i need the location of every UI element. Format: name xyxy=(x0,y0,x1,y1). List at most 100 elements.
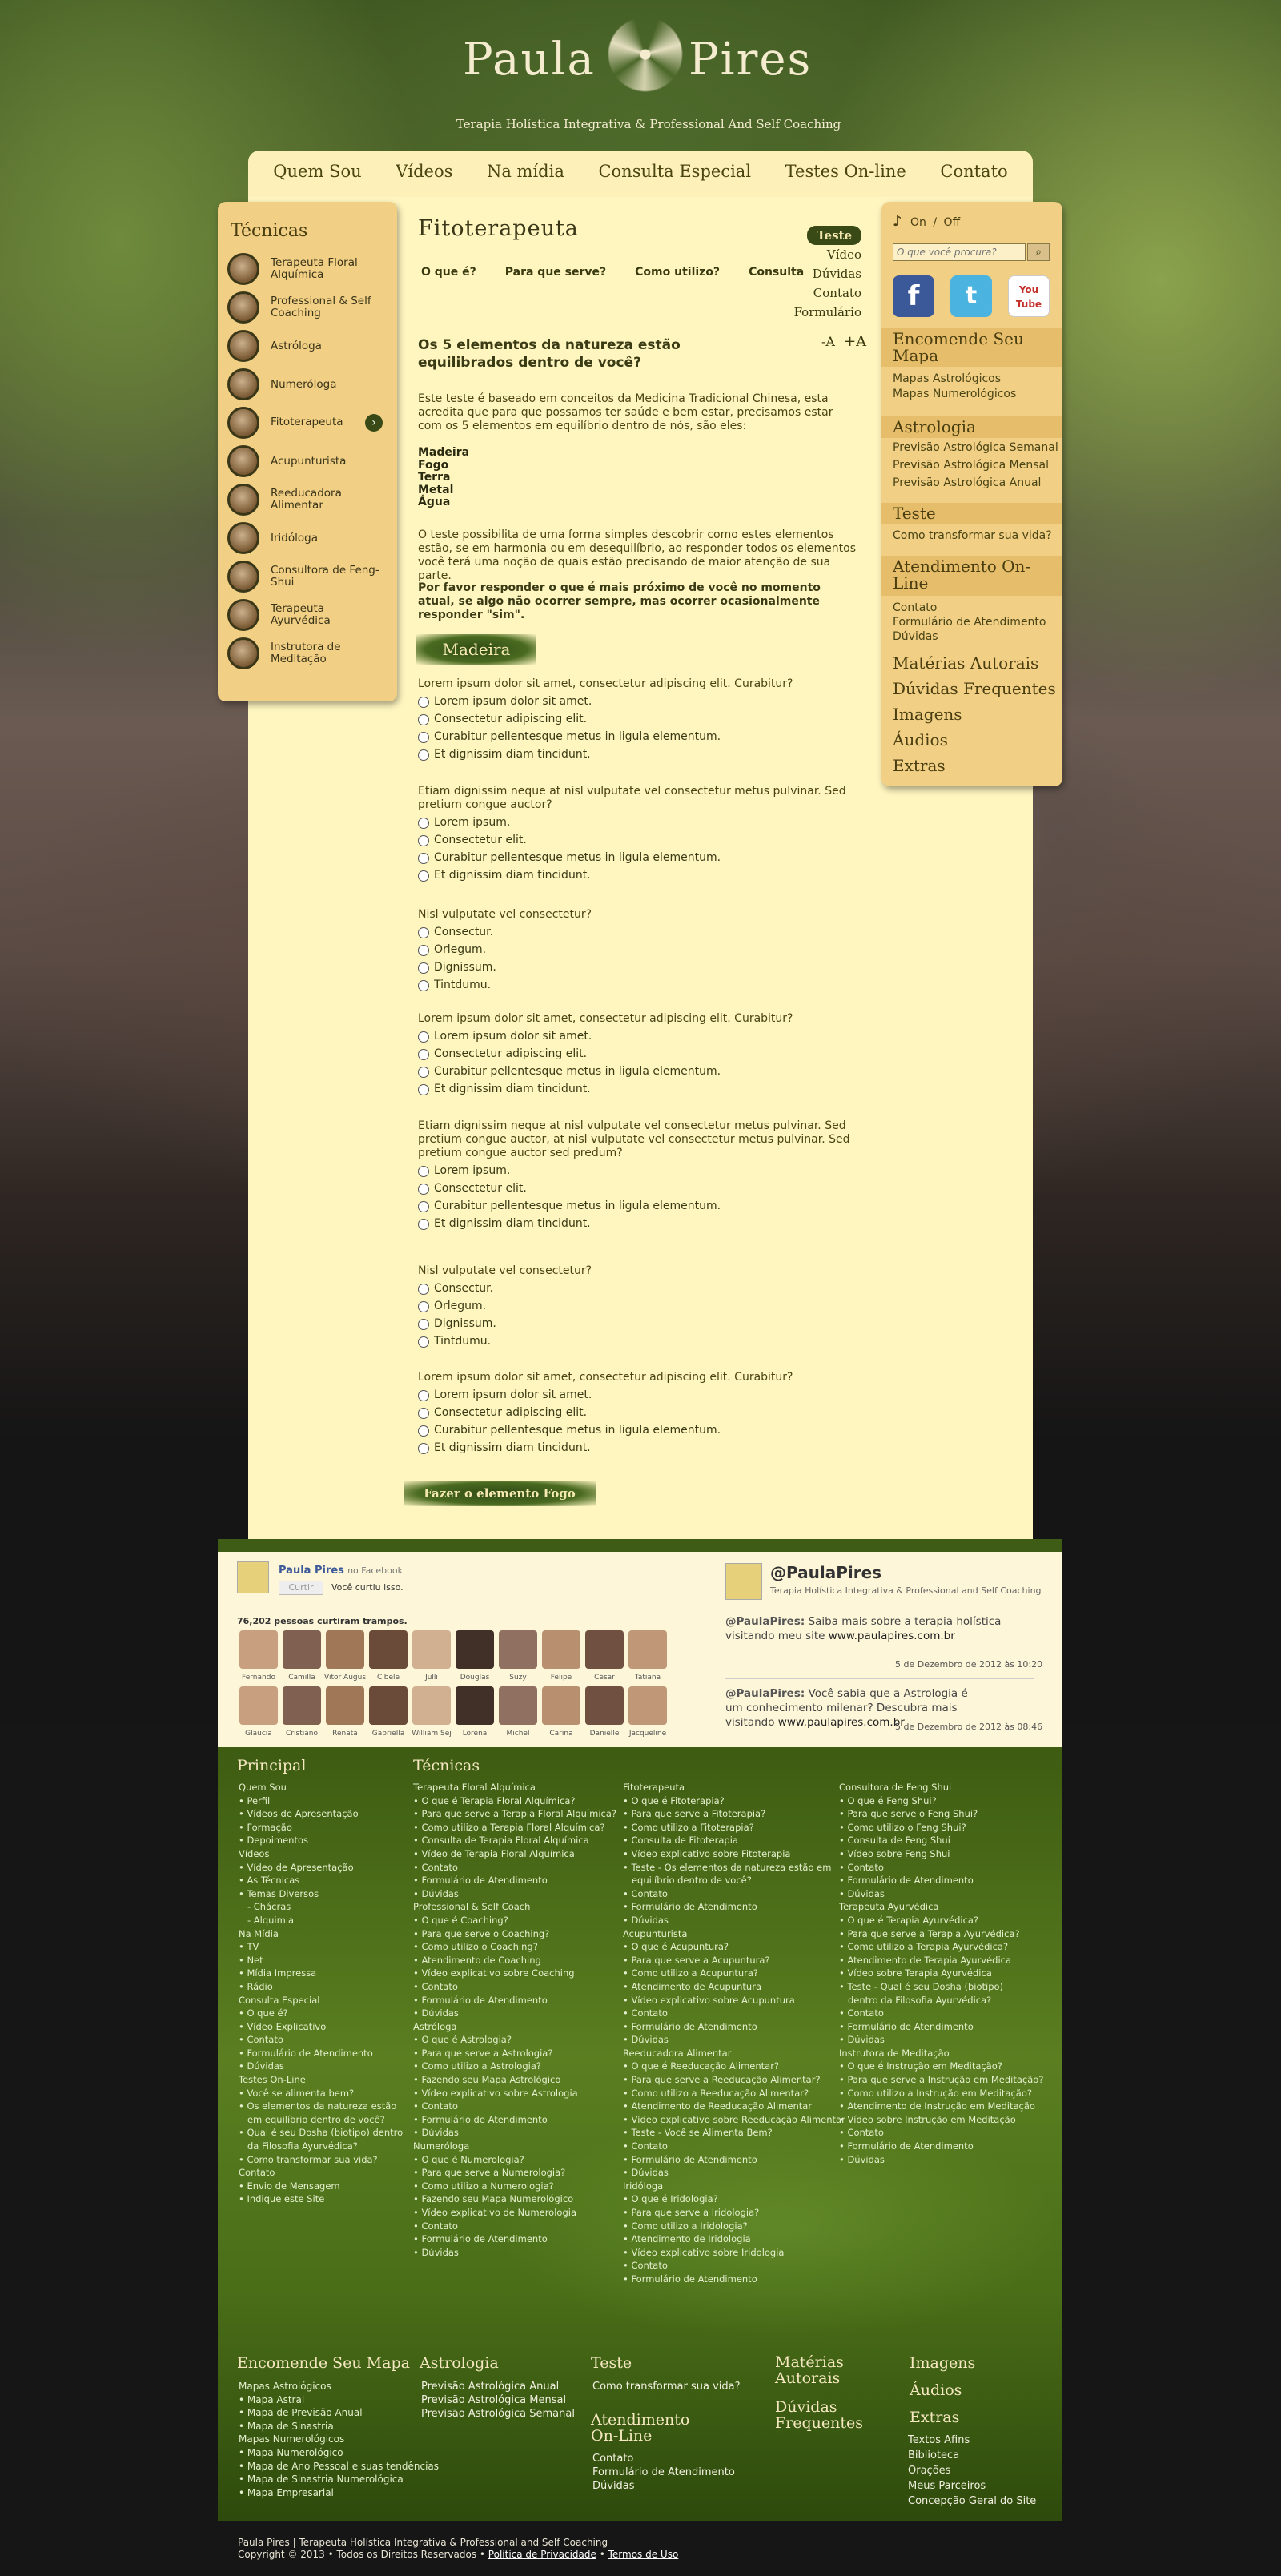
fb-fan[interactable]: Carina xyxy=(540,1686,583,1738)
fb-fan[interactable]: Lorena xyxy=(453,1686,496,1738)
answer-option[interactable]: Consectur. xyxy=(418,926,858,939)
fb-like-button[interactable]: Curtir xyxy=(279,1581,323,1595)
fb-fan[interactable]: Vitor Augus xyxy=(323,1630,367,1682)
answer-option[interactable]: Dignissum. xyxy=(418,961,858,975)
answer-option[interactable]: Lorem ipsum. xyxy=(418,1164,858,1178)
answer-option[interactable]: Curabitur pellentesque metus in ligula e… xyxy=(418,851,858,865)
tech-item-ayurvedica[interactable]: Terapeuta Ayurvédica xyxy=(227,597,388,633)
footer-tecnicas-col3[interactable]: Consultora de Feng Shui • O que é Feng S… xyxy=(839,1781,1043,2166)
search-button[interactable]: ⌕ xyxy=(1027,243,1050,261)
radio-button[interactable] xyxy=(418,979,429,991)
footer-extras[interactable]: Extras xyxy=(910,2409,959,2426)
answer-option[interactable]: Lorem ipsum dolor sit amet. xyxy=(418,1030,858,1043)
link-previsao-semanal[interactable]: Previsão Astrológica Semanal xyxy=(893,440,1058,456)
footer-atend-links[interactable]: Contato Formulário de Atendimento Dúvida… xyxy=(592,2452,735,2493)
nav-testes-online[interactable]: Testes On-line xyxy=(785,162,906,181)
radio-button[interactable] xyxy=(418,1083,429,1095)
radio-button[interactable] xyxy=(418,817,429,829)
encomende-mapa-heading[interactable]: Encomende Seu Mapa xyxy=(881,328,1062,367)
radio-button[interactable] xyxy=(418,1318,429,1330)
answer-option[interactable]: Et dignissim diam tincidunt. xyxy=(418,1083,858,1096)
search-input[interactable] xyxy=(893,243,1026,261)
fb-page-avatar[interactable] xyxy=(237,1561,269,1593)
footer-mapa-links[interactable]: Mapas Astrológicos • Mapa Astral • Mapa … xyxy=(239,2380,439,2499)
answer-option[interactable]: Lorem ipsum dolor sit amet. xyxy=(418,1388,858,1402)
radio-button[interactable] xyxy=(418,870,429,882)
link-mapas-numerologicos[interactable]: Mapas Numerológicos xyxy=(893,387,1016,402)
terms-link[interactable]: Termos de Uso xyxy=(608,2549,679,2560)
link-contato[interactable]: Contato xyxy=(893,601,937,616)
tab-contato[interactable]: Contato xyxy=(745,283,861,303)
tab-video[interactable]: Vídeo xyxy=(745,245,861,264)
radio-button[interactable] xyxy=(418,1300,429,1312)
link-extras[interactable]: Extras xyxy=(893,756,946,775)
radio-button[interactable] xyxy=(418,696,429,708)
link-previsao-mensal[interactable]: Previsão Astrológica Mensal xyxy=(893,458,1049,473)
next-element-button[interactable]: Fazer o elemento Fogo xyxy=(404,1481,596,1506)
answer-option[interactable]: Dignissum. xyxy=(418,1317,858,1331)
radio-button[interactable] xyxy=(418,1283,429,1295)
answer-option[interactable]: Lorem ipsum dolor sit amet. xyxy=(418,695,858,709)
answer-option[interactable]: Consectetur elit. xyxy=(418,834,858,847)
atendimento-heading[interactable]: Atendimento On-Line xyxy=(881,556,1062,596)
privacy-link[interactable]: Política de Privacidade xyxy=(488,2549,596,2560)
tech-item-floral[interactable]: Terapeuta Floral Alquímica xyxy=(227,251,388,287)
radio-button[interactable] xyxy=(418,1425,429,1437)
nav-consulta-especial[interactable]: Consulta Especial xyxy=(598,162,751,181)
logo-text-left[interactable]: Paula xyxy=(463,34,596,86)
fb-fan[interactable]: William Sej xyxy=(410,1686,453,1738)
radio-button[interactable] xyxy=(418,1407,429,1419)
tech-item-meditacao[interactable]: Instrutora de Meditação xyxy=(227,636,388,671)
fb-fan[interactable]: César xyxy=(583,1630,626,1682)
tech-item-acupunturista[interactable]: Acupunturista xyxy=(227,444,388,479)
radio-button[interactable] xyxy=(418,1442,429,1454)
fb-fan[interactable]: Glaucia xyxy=(237,1686,280,1738)
fb-fan[interactable]: Danielle xyxy=(583,1686,626,1738)
footer-astro-links[interactable]: Previsão Astrológica Anual Previsão Astr… xyxy=(421,2380,575,2421)
tech-item-astrologa[interactable]: Astróloga xyxy=(227,328,388,364)
link-mapas-astrologicos[interactable]: Mapas Astrológicos xyxy=(893,372,1001,387)
radio-button[interactable] xyxy=(418,1389,429,1401)
answer-option[interactable]: Tintdumu. xyxy=(418,979,858,992)
fb-fan[interactable]: Renata xyxy=(323,1686,367,1738)
answer-option[interactable]: Orlegum. xyxy=(418,1300,858,1313)
tweet-2-link[interactable]: www.paulapires.com.br xyxy=(778,1716,905,1729)
answer-option[interactable]: Tintdumu. xyxy=(418,1335,858,1348)
fb-fan[interactable]: Jacqueline xyxy=(626,1686,669,1738)
astrologia-heading[interactable]: Astrologia xyxy=(881,416,1062,438)
answer-option[interactable]: Et dignissim diam tincidunt. xyxy=(418,1441,858,1455)
radio-button[interactable] xyxy=(418,1048,429,1060)
fb-fan[interactable]: Camilla xyxy=(280,1630,323,1682)
fb-fan[interactable]: Gabriella xyxy=(367,1686,410,1738)
tweet-2-user[interactable]: @PaulaPires: xyxy=(725,1687,805,1700)
fb-page-name[interactable]: Paula Pires xyxy=(279,1565,344,1577)
answer-option[interactable]: Consectetur adipiscing elit. xyxy=(418,1406,858,1420)
fb-fan[interactable]: Cristiano xyxy=(280,1686,323,1738)
radio-button[interactable] xyxy=(418,1066,429,1078)
font-increase-button[interactable]: +A xyxy=(844,333,866,350)
tab-duvidas[interactable]: Dúvidas xyxy=(745,264,861,283)
logo-swirl-icon[interactable] xyxy=(607,16,684,93)
sound-off[interactable]: Off xyxy=(943,216,960,229)
nav-videos[interactable]: Vídeos xyxy=(396,162,452,181)
radio-button[interactable] xyxy=(418,852,429,864)
subnav-o-que-e[interactable]: O que é? xyxy=(421,266,476,279)
link-como-transformar[interactable]: Como transformar sua vida? xyxy=(893,528,1052,544)
tech-item-feng-shui[interactable]: Consultora de Feng-Shui xyxy=(227,559,388,594)
subnav-como-utilizo[interactable]: Como utilizo? xyxy=(635,266,720,279)
teste-heading[interactable]: Teste xyxy=(881,503,1062,524)
answer-option[interactable]: Consectetur elit. xyxy=(418,1182,858,1196)
fb-fan[interactable]: Suzy xyxy=(496,1630,540,1682)
link-duvidas[interactable]: Dúvidas xyxy=(893,629,938,645)
radio-button[interactable] xyxy=(418,1200,429,1212)
footer-principal-links[interactable]: Quem Sou • Perfil • Vídeos de Apresentaç… xyxy=(239,1781,403,2206)
answer-option[interactable]: Curabitur pellentesque metus in ligula e… xyxy=(418,1065,858,1079)
footer-duvidas[interactable]: Dúvidas Frequentes xyxy=(775,2399,879,2431)
nav-contato[interactable]: Contato xyxy=(940,162,1007,181)
answer-option[interactable]: Curabitur pellentesque metus in ligula e… xyxy=(418,1200,858,1213)
twitter-avatar[interactable] xyxy=(725,1563,762,1600)
nav-quem-sou[interactable]: Quem Sou xyxy=(273,162,361,181)
tweet-1-user[interactable]: @PaulaPires: xyxy=(725,1615,805,1628)
link-imagens[interactable]: Imagens xyxy=(893,705,962,724)
link-duvidas-frequentes[interactable]: Dúvidas Frequentes xyxy=(893,679,1056,698)
